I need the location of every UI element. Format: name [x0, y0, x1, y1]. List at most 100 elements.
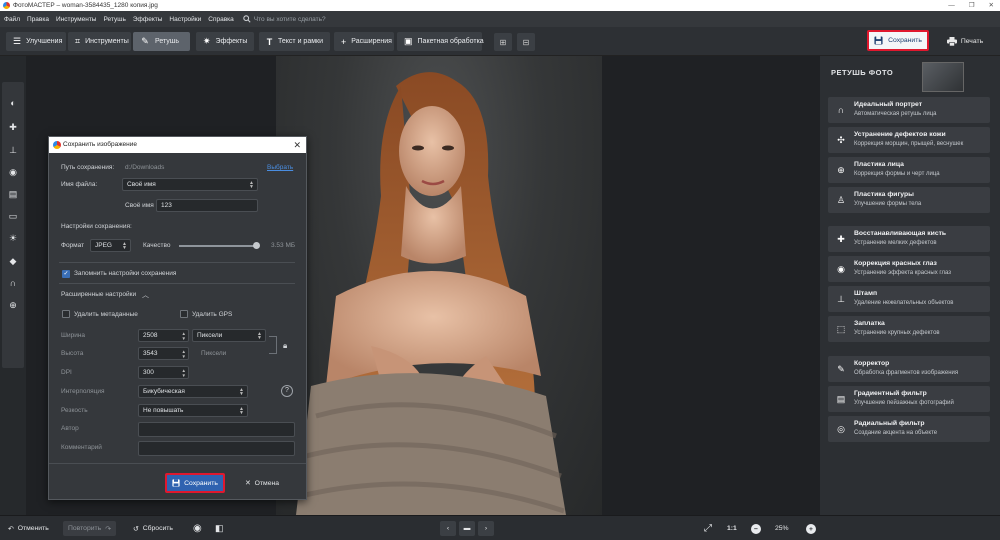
remove-gps-label: Удалить GPS	[192, 311, 233, 318]
tab-text-frames[interactable]: T Текст и рамки	[259, 32, 330, 51]
path-label: Путь сохранения:	[61, 164, 115, 171]
tab-effects[interactable]: ✷ Эффекты	[196, 32, 254, 51]
stamp-icon[interactable]: ⊥	[2, 139, 24, 161]
prev-image-button[interactable]: ‹	[440, 521, 456, 536]
ratio-1-1[interactable]: 1:1	[727, 521, 737, 536]
zoom-out-icon[interactable]: −	[751, 524, 761, 534]
author-input[interactable]	[138, 422, 295, 437]
fit-screen-icon[interactable]: ⤢	[704, 521, 712, 536]
dpi-input[interactable]: 300 ▲ ▼	[138, 366, 189, 379]
chevron-right-icon: ›	[484, 525, 488, 532]
retouch-item-gradient-filter[interactable]: ▤ Градиентный фильтр Улучшение пейзажных…	[828, 386, 990, 412]
maximize-button[interactable]: ❐	[969, 0, 975, 11]
menu-search[interactable]: Что вы хотите сделать?	[243, 15, 326, 23]
spin-arrows-icon[interactable]: ▲ ▼	[182, 368, 186, 378]
retouch-item-subtitle: Улучшение формы тела	[854, 201, 922, 207]
comment-input[interactable]	[138, 441, 295, 456]
save-button[interactable]: Сохранить	[867, 30, 929, 51]
redo-button[interactable]: Повторить ↷	[63, 521, 116, 536]
tab-retouch[interactable]: ✎ Ретушь	[133, 32, 190, 51]
corrector-icon: ✎	[837, 363, 845, 374]
width-input[interactable]: 2508 ▲ ▼	[138, 329, 189, 342]
menu-help[interactable]: Справка	[208, 16, 234, 23]
portrait-icon[interactable]: ◐	[2, 92, 24, 114]
retouch-item-patch[interactable]: ⬚ Заплатка Устранение крупных дефектов	[828, 316, 990, 342]
retouch-item-corrector[interactable]: ✎ Корректор Обработка фрагментов изображ…	[828, 356, 990, 382]
retouch-item-red-eye[interactable]: ◉ Коррекция красных глаз Устранение эффе…	[828, 256, 990, 282]
retouch-item-ideal-portrait[interactable]: ∩ Идеальный портрет Автоматическая ретуш…	[828, 97, 990, 123]
magnet-icon[interactable]: ∩	[2, 272, 24, 294]
format-select[interactable]: JPEG ▲ ▼	[90, 239, 131, 252]
dialog-title: Сохранить изображение	[63, 141, 138, 148]
unit-select[interactable]: Пиксели ▲ ▼	[192, 329, 266, 342]
eye-icon[interactable]: ◉	[193, 521, 202, 536]
healing-brush-icon[interactable]: ✚	[2, 116, 24, 138]
tab-extensions[interactable]: + Расширения	[334, 32, 394, 51]
undo-button[interactable]: ↶ Отменить	[8, 521, 49, 536]
spin-arrows-icon[interactable]: ▲ ▼	[182, 331, 186, 341]
close-icon[interactable]: ✕	[293, 137, 301, 153]
menu-file[interactable]: Файл	[4, 16, 20, 23]
next-image-button[interactable]: ›	[478, 521, 494, 536]
filename-label: Имя файла:	[61, 181, 98, 188]
floppy-icon	[874, 36, 883, 45]
choose-folder-link[interactable]: Выбрать	[267, 164, 293, 171]
close-window-button[interactable]: ✕	[989, 0, 994, 11]
filename-select[interactable]: Своё имя ▲ ▼	[122, 178, 258, 191]
remember-settings-checkbox[interactable]: ✓	[62, 270, 70, 278]
tab-batch[interactable]: ▣ Пакетная обработка	[397, 32, 484, 51]
tab-enhancements[interactable]: ☰ Улучшения	[6, 32, 66, 51]
spin-arrows-icon[interactable]: ▲ ▼	[182, 349, 186, 359]
menu-settings[interactable]: Настройки	[169, 16, 201, 23]
dialog-save-button[interactable]: Сохранить	[165, 473, 225, 493]
lock-icon[interactable]: 🔒︎	[283, 341, 287, 351]
retouch-item-subtitle: Устранение мелких дефектов	[854, 240, 937, 246]
retouch-item-figure-plastic[interactable]: ♙ Пластика фигуры Улучшение формы тела	[828, 187, 990, 213]
compare-icon[interactable]: ◧	[215, 521, 224, 536]
photo-preview[interactable]	[276, 56, 602, 515]
gradient-filter-icon[interactable]: ▤	[2, 183, 24, 205]
radial-filter-icon[interactable]: ▭	[2, 205, 24, 227]
interpolation-label: Интерполяция	[61, 388, 105, 395]
minimize-button[interactable]: —	[948, 0, 955, 11]
print-button[interactable]: Печать	[936, 33, 994, 49]
save-button-label: Сохранить	[888, 37, 922, 44]
tab-tools[interactable]: ⌗ Инструменты	[68, 32, 131, 51]
sun-icon[interactable]: ☀	[2, 227, 24, 249]
menu-retouch[interactable]: Ретушь	[103, 16, 125, 23]
remove-gps-checkbox[interactable]	[180, 310, 188, 318]
menu-tools[interactable]: Инструменты	[56, 16, 97, 23]
reset-button[interactable]: ↺ Сбросить	[133, 521, 173, 536]
zoom-in-icon[interactable]: +	[806, 524, 816, 534]
fill-icon[interactable]: ◆	[2, 250, 24, 272]
remove-metadata-checkbox[interactable]	[62, 310, 70, 318]
retouch-item-subtitle: Автоматическая ретушь лица	[854, 111, 937, 117]
divider	[49, 463, 306, 464]
retouch-item-skin-defects[interactable]: ✣ Устранение дефектов кожи Коррекция мор…	[828, 127, 990, 153]
retouch-item-face-plastic[interactable]: ⊕ Пластика лица Коррекция формы и черт л…	[828, 157, 990, 183]
dialog-cancel-button[interactable]: ✕ Отмена	[232, 475, 292, 491]
retouch-item-title: Пластика фигуры	[854, 191, 914, 198]
retouch-item-stamp[interactable]: ⊥ Штамп Удаление нежелательных объектов	[828, 286, 990, 312]
import-settings-icon[interactable]: ⊞	[494, 33, 512, 51]
sharpness-select[interactable]: Не повышать ▲ ▼	[138, 404, 248, 417]
retouch-item-subtitle: Устранение крупных дефектов	[854, 330, 940, 336]
quality-slider[interactable]	[179, 242, 260, 249]
help-icon[interactable]: ?	[281, 385, 293, 397]
menu-effects[interactable]: Эффекты	[133, 16, 163, 23]
menu-edit[interactable]: Правка	[27, 16, 49, 23]
own-name-input[interactable]: 123	[156, 199, 258, 212]
retouch-item-healing-brush[interactable]: ✚ Восстанавливающая кисть Устранение мел…	[828, 226, 990, 252]
export-settings-icon[interactable]: ⊟	[517, 33, 535, 51]
advanced-settings-label[interactable]: Расширенные настройки	[61, 291, 136, 298]
folder-button[interactable]: ▬	[459, 521, 475, 536]
interpolation-select[interactable]: Бикубическая ▲ ▼	[138, 385, 248, 398]
retouch-item-title: Градиентный фильтр	[854, 390, 927, 397]
height-input[interactable]: 3543 ▲ ▼	[138, 347, 189, 360]
face-icon[interactable]: ⊕	[2, 294, 24, 316]
retouch-item-radial-filter[interactable]: ◎ Радиальный фильтр Создание акцента на …	[828, 416, 990, 442]
divider	[59, 283, 295, 284]
corrector-icon[interactable]: ◉	[2, 161, 24, 183]
quality-slider-handle[interactable]	[253, 242, 260, 249]
chevron-up-icon[interactable]: ︿	[142, 290, 149, 300]
